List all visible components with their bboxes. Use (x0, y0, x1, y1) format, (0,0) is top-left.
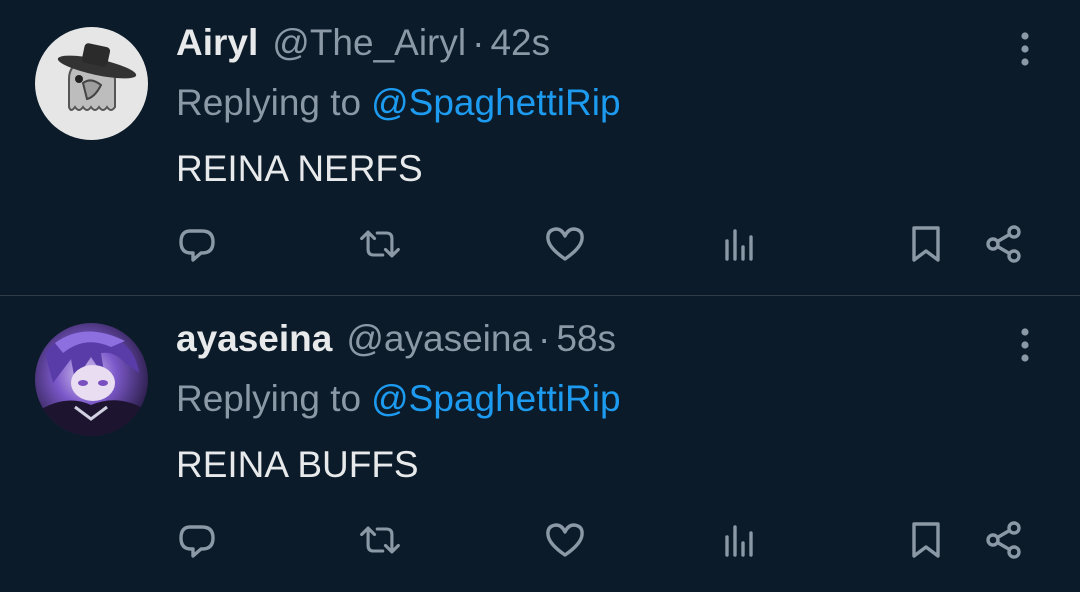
retweet-button[interactable] (358, 222, 402, 266)
like-icon (546, 523, 584, 557)
separator-dot: · (538, 318, 551, 359)
tweet-text: REINA BUFFS (176, 444, 419, 485)
display-name[interactable]: Airyl (176, 22, 258, 64)
reply-button[interactable] (175, 222, 219, 266)
views-button[interactable] (718, 518, 762, 562)
replying-to-label: Replying to (176, 378, 362, 419)
replying-to-mention[interactable]: @SpaghettiRip (371, 378, 620, 419)
user-handle[interactable]: @ayaseina (346, 318, 532, 360)
avatar[interactable] (35, 27, 148, 140)
reply-icon (179, 525, 215, 558)
reply-icon (179, 229, 215, 262)
timestamp[interactable]: 42s (490, 22, 550, 64)
tweet-text: REINA NERFS (176, 148, 423, 189)
retweet-icon (360, 526, 400, 554)
retweet-icon (360, 230, 400, 258)
bookmark-icon (912, 522, 940, 558)
views-icon (725, 525, 753, 557)
views-icon (725, 229, 753, 261)
replying-to-line: Replying to @SpaghettiRip (176, 378, 621, 420)
display-name[interactable]: ayaseina (176, 318, 332, 360)
like-button[interactable] (543, 518, 587, 562)
views-button[interactable] (718, 222, 762, 266)
more-options-icon[interactable] (1010, 326, 1040, 364)
share-icon (986, 521, 1021, 559)
reply-button[interactable] (175, 518, 219, 562)
share-icon (986, 225, 1021, 263)
bookmark-button[interactable] (904, 518, 948, 562)
tweet-header: Airyl @The_Airyl · 42s (176, 22, 550, 72)
avatar[interactable] (35, 323, 148, 436)
tweet[interactable]: ayaseina @ayaseina · 58s Replying to @Spa… (0, 296, 1080, 592)
more-options-icon[interactable] (1010, 30, 1040, 68)
plague-doctor-ghost-icon (35, 27, 148, 140)
replying-to-label: Replying to (176, 82, 362, 123)
bookmark-icon (912, 226, 940, 262)
replying-to-mention[interactable]: @SpaghettiRip (371, 82, 620, 123)
retweet-button[interactable] (358, 518, 402, 562)
anime-character-icon (35, 323, 148, 436)
timestamp[interactable]: 58s (556, 318, 616, 360)
tweet-header: ayaseina @ayaseina · 58s (176, 318, 616, 368)
separator-dot: · (472, 22, 485, 63)
bookmark-button[interactable] (904, 222, 948, 266)
share-button[interactable] (982, 222, 1026, 266)
replying-to-line: Replying to @SpaghettiRip (176, 82, 621, 124)
user-handle[interactable]: @The_Airyl (272, 22, 466, 64)
share-button[interactable] (982, 518, 1026, 562)
tweet[interactable]: Airyl @The_Airyl · 42s Replying to @Spagh… (0, 0, 1080, 296)
like-icon (546, 227, 584, 261)
like-button[interactable] (543, 222, 587, 266)
